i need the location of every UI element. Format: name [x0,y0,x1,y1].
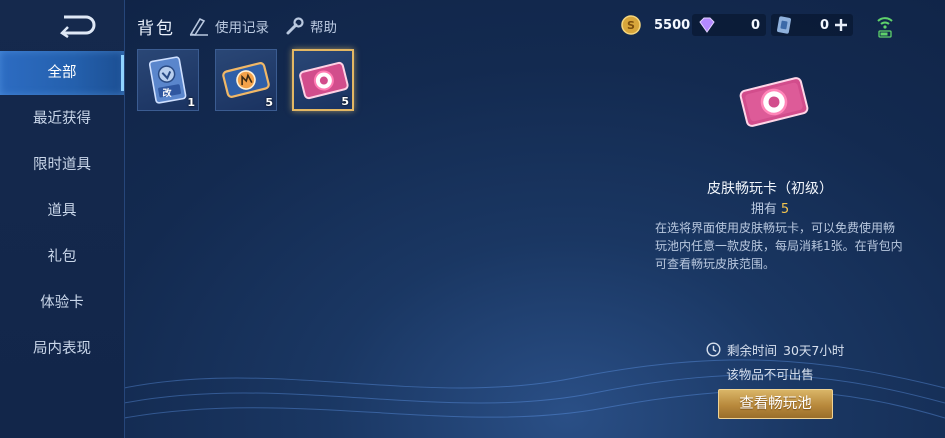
owned-count: 5 [780,202,790,217]
gold-amount: 5500 [654,17,691,33]
remaining-time-row: 剩余时间 30天7小时 [706,340,844,359]
voucher-icon [777,16,791,34]
gold-coin-icon: S [621,15,641,35]
help-label: 帮助 [310,20,337,36]
diamond-currency: 0 [692,14,766,36]
sidebar-item-recent[interactable]: 最近获得 [0,97,124,141]
sidebar-item-props[interactable]: 道具 [0,189,124,233]
diamond-icon [699,17,715,33]
remaining-time-label: 剩余时间 [727,343,778,358]
owned-count-row: 拥有 5 [620,198,920,217]
not-sellable-note: 该物品不可出售 [726,367,814,382]
back-button[interactable] [56,12,102,39]
network-status [875,14,895,42]
item-quantity: 5 [265,96,273,109]
item-description: 在选将界面使用皮肤畅玩卡，可以免费使用畅玩池内任意一款皮肤，每局消耗1张。在背包… [655,221,903,271]
wifi-battery-icon [877,17,893,38]
rename-card-badge: 改 [162,87,172,99]
inventory-slot-skin-trial-card[interactable]: 5 [215,49,277,111]
page-title: 背包 [137,19,175,39]
sidebar: 全部 最近获得 限时道具 道具 礼包 体验卡 局内表现 [0,0,125,438]
sidebar-item-trial-cards[interactable]: 体验卡 [0,281,124,325]
help-link[interactable]: 帮助 [285,16,337,36]
diamond-amount: 0 [750,17,760,33]
usage-log-label: 使用记录 [215,20,269,36]
gold-currency: S 5500 [620,12,690,38]
item-quantity: 1 [187,96,195,109]
inventory-slot-skin-pass-card-basic[interactable]: 5 [292,49,354,111]
sidebar-item-all[interactable]: 全部 [0,51,124,95]
owned-label: 拥有 [750,202,777,217]
clock-icon [706,342,721,357]
sidebar-item-gift-packs[interactable]: 礼包 [0,235,124,279]
add-voucher-button[interactable] [833,17,849,33]
remaining-time-value: 30天7小时 [783,343,845,358]
item-title: 皮肤畅玩卡（初级） [707,181,833,197]
quill-icon [189,17,208,36]
sidebar-item-in-game[interactable]: 局内表现 [0,327,124,371]
selected-item-image [739,77,809,127]
voucher-amount: 0 [819,17,829,33]
plus-icon [835,19,847,31]
voucher-currency: 0 [771,14,853,36]
item-quantity: 5 [341,95,349,108]
svg-text:S: S [627,19,635,32]
wrench-icon [286,17,304,35]
back-arrow-icon [60,15,96,39]
sidebar-item-limited[interactable]: 限时道具 [0,143,124,187]
inventory-slot-rename-card[interactable]: 改 1 [137,49,199,111]
usage-log-link[interactable]: 使用记录 [188,16,269,36]
view-pool-button[interactable]: 查看畅玩池 [718,389,833,419]
